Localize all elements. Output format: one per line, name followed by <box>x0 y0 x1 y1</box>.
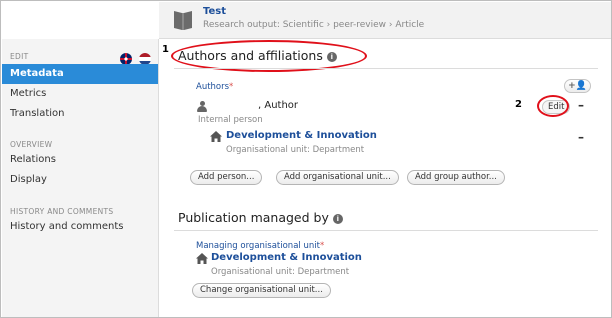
authors-label-text: Authors <box>196 82 230 92</box>
sidebar-section-history: HISTORY AND COMMENTS <box>10 207 114 216</box>
author-organisation-type: Organisational unit: Department <box>226 145 365 155</box>
managing-organisation-link[interactable]: Development & Innovation <box>211 252 362 263</box>
add-author-icon-button[interactable]: +👤 <box>564 79 591 93</box>
nl-flag-icon[interactable] <box>139 52 152 65</box>
remove-organisation-button[interactable]: – <box>578 130 584 144</box>
book-icon <box>174 11 192 30</box>
section-divider <box>174 230 598 231</box>
author-name[interactable]: , Author <box>258 100 298 111</box>
app-window: Test Research output: Scientific › peer-… <box>0 0 612 318</box>
annotation-step-1: 1 <box>162 44 169 55</box>
remove-author-button[interactable]: – <box>578 98 584 112</box>
sidebar-item-display[interactable]: Display <box>2 170 158 190</box>
section-divider <box>174 68 598 69</box>
sidebar-section-edit: EDIT <box>10 52 29 61</box>
home-icon <box>210 131 222 142</box>
author-type: Internal person <box>198 115 263 125</box>
sidebar: EDIT Metadata Metrics Translation OVERVI… <box>2 39 159 317</box>
add-org-unit-button[interactable]: Add organisational unit... <box>276 170 399 185</box>
page-header: Test Research output: Scientific › peer-… <box>159 2 611 39</box>
publication-section-title-text: Publication managed by <box>178 210 329 225</box>
page-title[interactable]: Test <box>203 6 226 17</box>
info-icon[interactable]: i <box>326 52 337 62</box>
authors-label: Authors* <box>196 82 233 92</box>
managing-unit-label: Managing organisational unit* <box>196 241 324 251</box>
annotation-step-2: 2 <box>515 99 522 110</box>
info-icon[interactable]: i <box>332 214 343 224</box>
sidebar-item-relations[interactable]: Relations <box>2 150 158 170</box>
authors-section-title: Authors and affiliations i <box>178 48 337 63</box>
uk-flag-icon[interactable] <box>120 52 132 65</box>
add-person-button[interactable]: Add person... <box>190 170 263 185</box>
authors-section-title-text: Authors and affiliations <box>178 48 323 63</box>
add-group-author-button[interactable]: Add group author... <box>407 170 505 185</box>
managing-unit-label-text: Managing organisational unit <box>196 241 320 251</box>
page-subtitle: Research output: Scientific › peer-revie… <box>203 20 425 30</box>
sidebar-item-metadata[interactable]: Metadata <box>2 64 158 84</box>
home-icon <box>196 253 208 264</box>
required-mark: * <box>319 241 325 251</box>
sidebar-item-metrics[interactable]: Metrics <box>2 84 158 104</box>
person-icon <box>197 101 207 112</box>
sidebar-item-history[interactable]: History and comments <box>2 217 158 237</box>
main-content: 1 Authors and affiliations i Authors* +👤 … <box>160 39 611 317</box>
author-organisation-link[interactable]: Development & Innovation <box>226 130 377 141</box>
publication-section-title: Publication managed by i <box>178 210 343 225</box>
sidebar-item-translation[interactable]: Translation <box>2 104 158 124</box>
change-org-unit-button[interactable]: Change organisational unit... <box>192 283 331 298</box>
annotation-highlight-edit <box>537 95 569 117</box>
managing-organisation-type: Organisational unit: Department <box>211 267 350 277</box>
sidebar-section-overview: OVERVIEW <box>10 140 53 149</box>
required-mark: * <box>229 82 234 92</box>
